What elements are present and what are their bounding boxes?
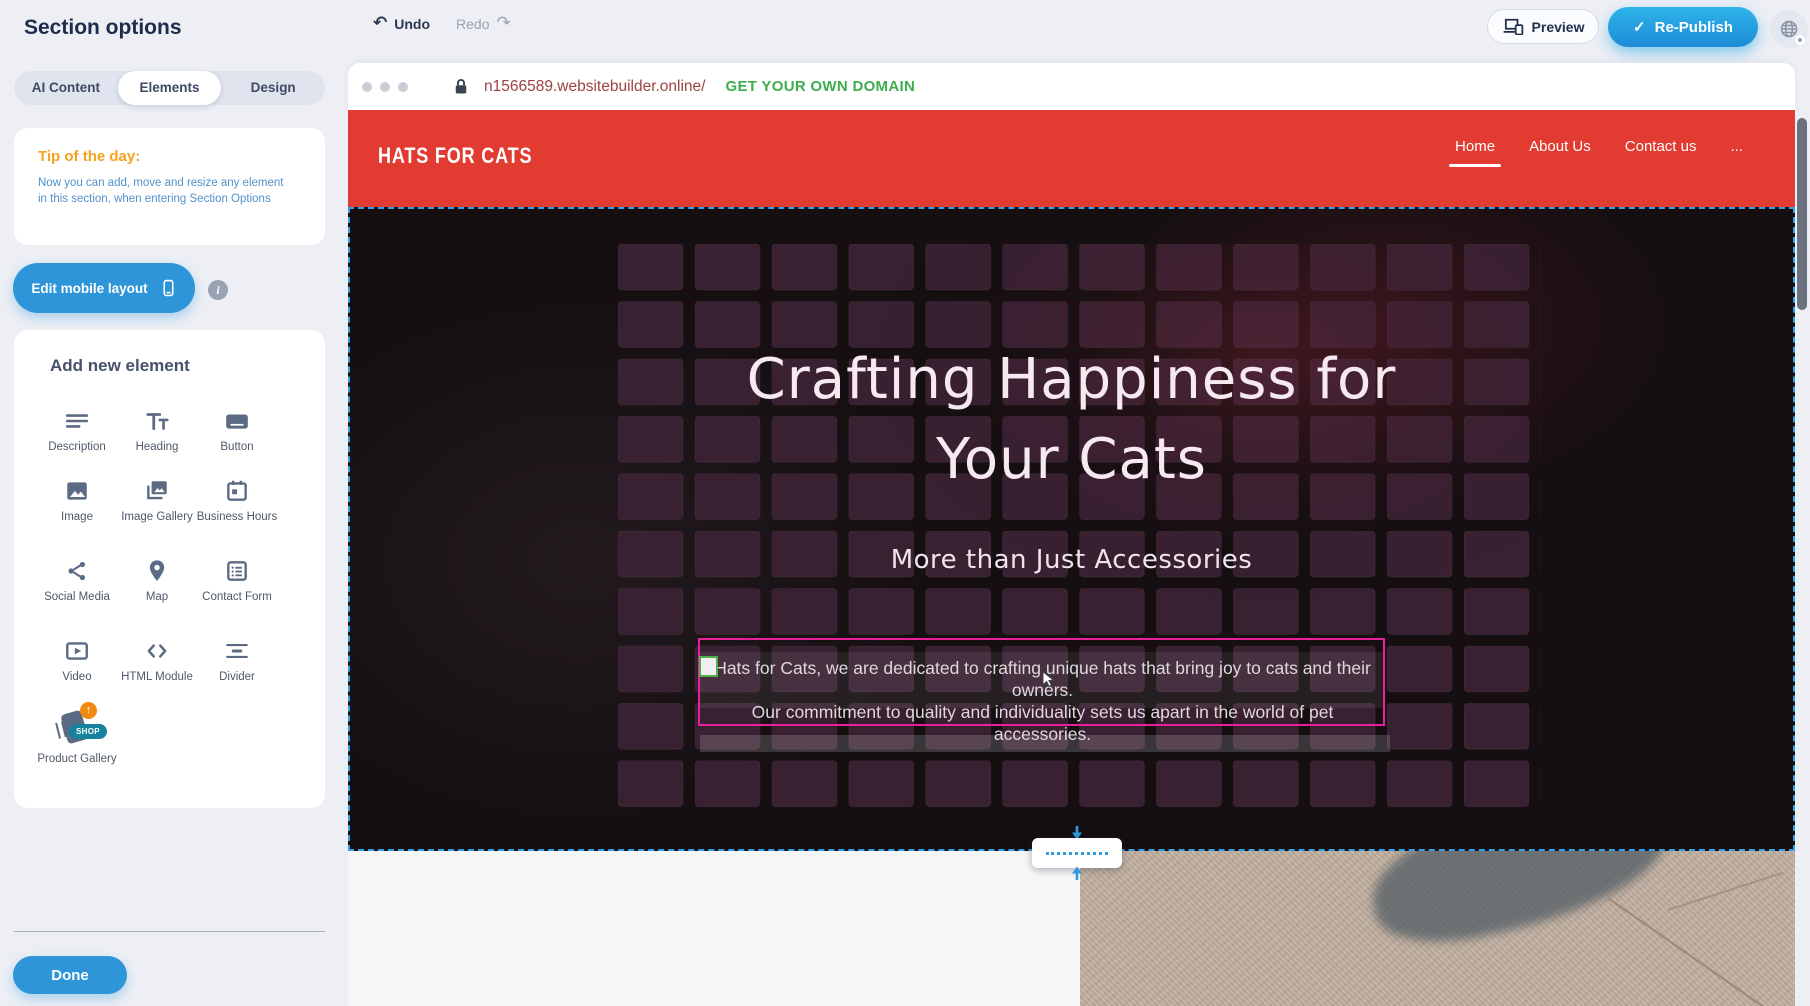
get-your-own-domain-link[interactable]: GET YOUR OWN DOMAIN (725, 78, 915, 95)
check-icon: ✓ (1633, 18, 1646, 36)
element-video[interactable]: Video (35, 638, 119, 684)
tab-elements[interactable]: Elements (118, 71, 222, 105)
panel-divider (14, 931, 325, 932)
tab-design[interactable]: Design (221, 71, 325, 105)
tip-title: Tip of the day: (38, 148, 301, 165)
hero-description-line2: Our commitment to quality and individual… (710, 701, 1375, 745)
edit-mobile-layout-button[interactable]: Edit mobile layout (13, 263, 195, 313)
nav-more-menu[interactable]: ... (1730, 138, 1743, 167)
devices-icon (1502, 18, 1524, 35)
site-url[interactable]: n1566589.websitebuilder.online/ (484, 78, 705, 96)
site-logo[interactable]: HATS FOR CATS (378, 143, 532, 169)
mobile-phone-icon (160, 276, 177, 300)
divider-icon (224, 638, 250, 664)
preview-scrollbar[interactable] (1797, 118, 1807, 310)
element-business-hours[interactable]: Business Hours (195, 478, 279, 524)
element-map[interactable]: Map (115, 558, 199, 604)
contact-form-icon (224, 558, 250, 584)
element-image[interactable]: Image (35, 478, 119, 524)
tab-ai-content[interactable]: AI Content (14, 71, 118, 105)
preview-label: Preview (1532, 19, 1585, 35)
element-image-gallery[interactable]: Image Gallery (115, 478, 199, 524)
undo-label: Undo (394, 16, 430, 32)
mouse-cursor (1042, 671, 1057, 687)
description-icon (64, 408, 90, 434)
image-icon (64, 478, 90, 504)
done-button[interactable]: Done (13, 956, 127, 994)
pavement-crack (1668, 872, 1783, 911)
element-description[interactable]: Description (35, 408, 119, 454)
html-module-icon (144, 638, 170, 664)
lock-icon (454, 78, 468, 95)
element-product-gallery[interactable]: ↑ SHOP Product Gallery (35, 706, 119, 766)
image-gallery-icon (144, 478, 170, 504)
hero-heading[interactable]: Crafting Happiness for Your Cats (348, 340, 1795, 500)
hero-subheading[interactable]: More than Just Accessories (348, 545, 1795, 575)
next-section-left[interactable] (348, 851, 1080, 1006)
browser-dot (398, 82, 408, 92)
add-new-element-title: Add new element (50, 356, 190, 376)
redo-label: Redo (456, 16, 489, 32)
page-title: Section options (24, 16, 182, 40)
republish-button[interactable]: ✓ Re-Publish (1608, 7, 1758, 47)
business-hours-icon (224, 478, 250, 504)
site-header[interactable]: HATS FOR CATS Home About Us Contact us .… (348, 110, 1795, 207)
hero-section[interactable]: Crafting Happiness for Your Cats More th… (348, 207, 1795, 851)
button-icon (224, 408, 250, 434)
edit-mobile-layout-label: Edit mobile layout (31, 281, 147, 296)
info-icon[interactable]: i (208, 280, 228, 300)
element-button[interactable]: Button (195, 408, 279, 454)
element-heading[interactable]: Heading (115, 408, 199, 454)
site-nav: Home About Us Contact us ... (1455, 138, 1743, 167)
browser-dot (380, 82, 390, 92)
upgrade-arrow-badge: ↑ (80, 702, 97, 719)
panel-tabbar: AI Content Elements Design (14, 71, 325, 105)
pavement-crack (1608, 897, 1795, 1006)
language-globe-button[interactable] (1770, 10, 1808, 48)
shop-badge: SHOP (69, 724, 107, 739)
map-pin-icon (144, 558, 170, 584)
element-divider[interactable]: Divider (195, 638, 279, 684)
element-social-media[interactable]: Social Media (35, 558, 119, 604)
video-icon (64, 638, 90, 664)
preview-button[interactable]: Preview (1487, 9, 1599, 44)
element-html-module[interactable]: HTML Module (115, 638, 199, 684)
cat-shadow (1362, 851, 1678, 957)
resize-arrow-up (1069, 866, 1085, 880)
next-section-image[interactable] (1080, 851, 1795, 1006)
heading-icon (144, 408, 170, 434)
browser-dot (362, 82, 372, 92)
browser-bar: n1566589.websitebuilder.online/ GET YOUR… (348, 63, 1795, 110)
undo-icon: ↶ (373, 15, 387, 32)
tip-body: Now you can add, move and resize any ele… (38, 175, 290, 207)
element-contact-form[interactable]: Contact Form (195, 558, 279, 604)
resize-handle-dots (1046, 852, 1108, 855)
globe-status-dot (1795, 35, 1805, 45)
redo-button[interactable]: Redo ↷ (456, 15, 511, 32)
selection-drag-handle[interactable] (699, 656, 718, 677)
tip-of-the-day-card: Tip of the day: Now you can add, move an… (14, 128, 325, 245)
hero-heading-line1: Crafting Happiness for (348, 340, 1795, 420)
product-gallery-icon: ↑ SHOP (55, 706, 99, 748)
undo-button[interactable]: ↶ Undo (373, 15, 430, 32)
nav-contact-us[interactable]: Contact us (1625, 138, 1697, 167)
nav-about-us[interactable]: About Us (1529, 138, 1591, 167)
add-new-element-card: Add new element Description Heading Butt… (14, 330, 325, 808)
redo-icon: ↷ (496, 15, 510, 32)
social-media-icon (64, 558, 90, 584)
history-controls: ↶ Undo Redo ↷ (373, 15, 511, 32)
republish-label: Re-Publish (1655, 19, 1733, 36)
section-resize-handle[interactable] (1032, 838, 1122, 868)
hero-heading-line2: Your Cats (348, 420, 1795, 500)
nav-home[interactable]: Home (1455, 138, 1495, 167)
